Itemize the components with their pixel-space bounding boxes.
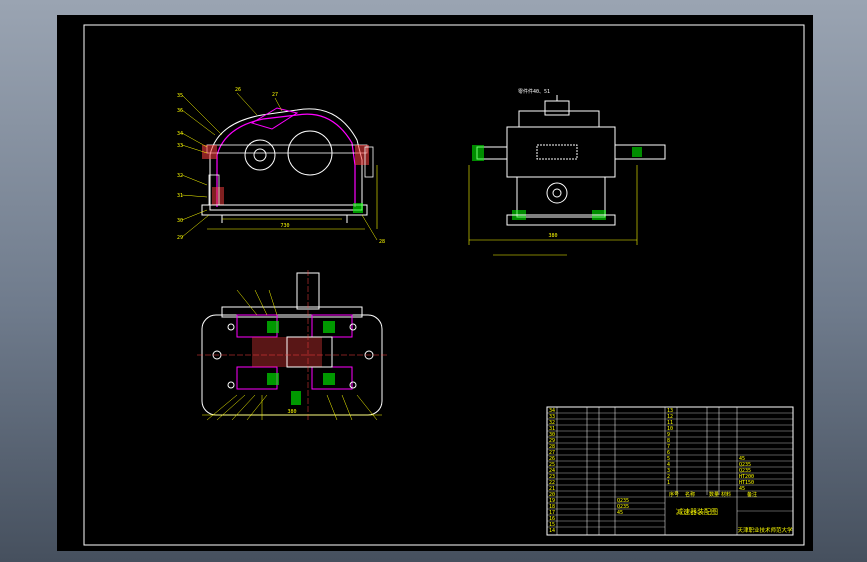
institution-name: 天津职业技术师范大学 bbox=[737, 526, 793, 534]
top-view: 380 bbox=[197, 270, 387, 421]
title-block-rows-left: 34 33 32 31 30 29 28 27 26 25 24 23 22 2… bbox=[549, 408, 555, 534]
assembly-title: 减速器装配图 bbox=[676, 507, 718, 516]
row-number: 1 bbox=[667, 480, 670, 486]
drawing-canvas: 730 35 36 34 33 32 31 30 29 26 27 28 零件件40、51 3… bbox=[83, 24, 805, 546]
front-view: 730 35 36 34 33 32 31 30 29 26 27 28 bbox=[177, 87, 385, 245]
material-cell: 45 bbox=[617, 510, 623, 516]
svg-text:36: 36 bbox=[177, 108, 183, 114]
svg-text:30: 30 bbox=[177, 218, 183, 224]
header-cell: 数量 bbox=[709, 491, 719, 498]
svg-text:32: 32 bbox=[177, 173, 183, 179]
row-number: 14 bbox=[549, 528, 555, 534]
side-view-label: 零件件40、51 bbox=[518, 88, 550, 95]
svg-text:29: 29 bbox=[177, 235, 183, 241]
dim-base-side: 380 bbox=[548, 233, 557, 239]
svg-text:31: 31 bbox=[177, 193, 183, 199]
material-cell: 45 bbox=[739, 486, 745, 492]
svg-text:35: 35 bbox=[177, 93, 183, 99]
cad-viewport[interactable]: 730 35 36 34 33 32 31 30 29 26 27 28 零件件40、51 bbox=[57, 15, 813, 551]
title-block-materials: 45 Q235 Q235 HT200 HT150 45 Q235 Q235 45 bbox=[617, 456, 754, 516]
title-block: 34 33 32 31 30 29 28 27 26 25 24 23 22 2… bbox=[546, 406, 794, 536]
header-cell: 备注 bbox=[747, 491, 757, 498]
header-cell: 序号 bbox=[669, 491, 679, 498]
title-block-rows-right: 13 12 11 10 9 8 7 6 5 4 3 2 1 bbox=[667, 408, 673, 486]
side-view: 零件件40、51 380 bbox=[468, 88, 666, 256]
dim-base-front: 730 bbox=[280, 223, 289, 229]
dim-inner-front: 380 bbox=[287, 409, 296, 415]
svg-text:28: 28 bbox=[379, 239, 385, 245]
header-cell: 材料 bbox=[721, 491, 731, 498]
svg-text:27: 27 bbox=[272, 92, 278, 98]
svg-text:26: 26 bbox=[235, 87, 241, 93]
svg-text:33: 33 bbox=[177, 143, 183, 149]
header-cell: 名称 bbox=[685, 491, 695, 498]
svg-text:34: 34 bbox=[177, 131, 183, 137]
